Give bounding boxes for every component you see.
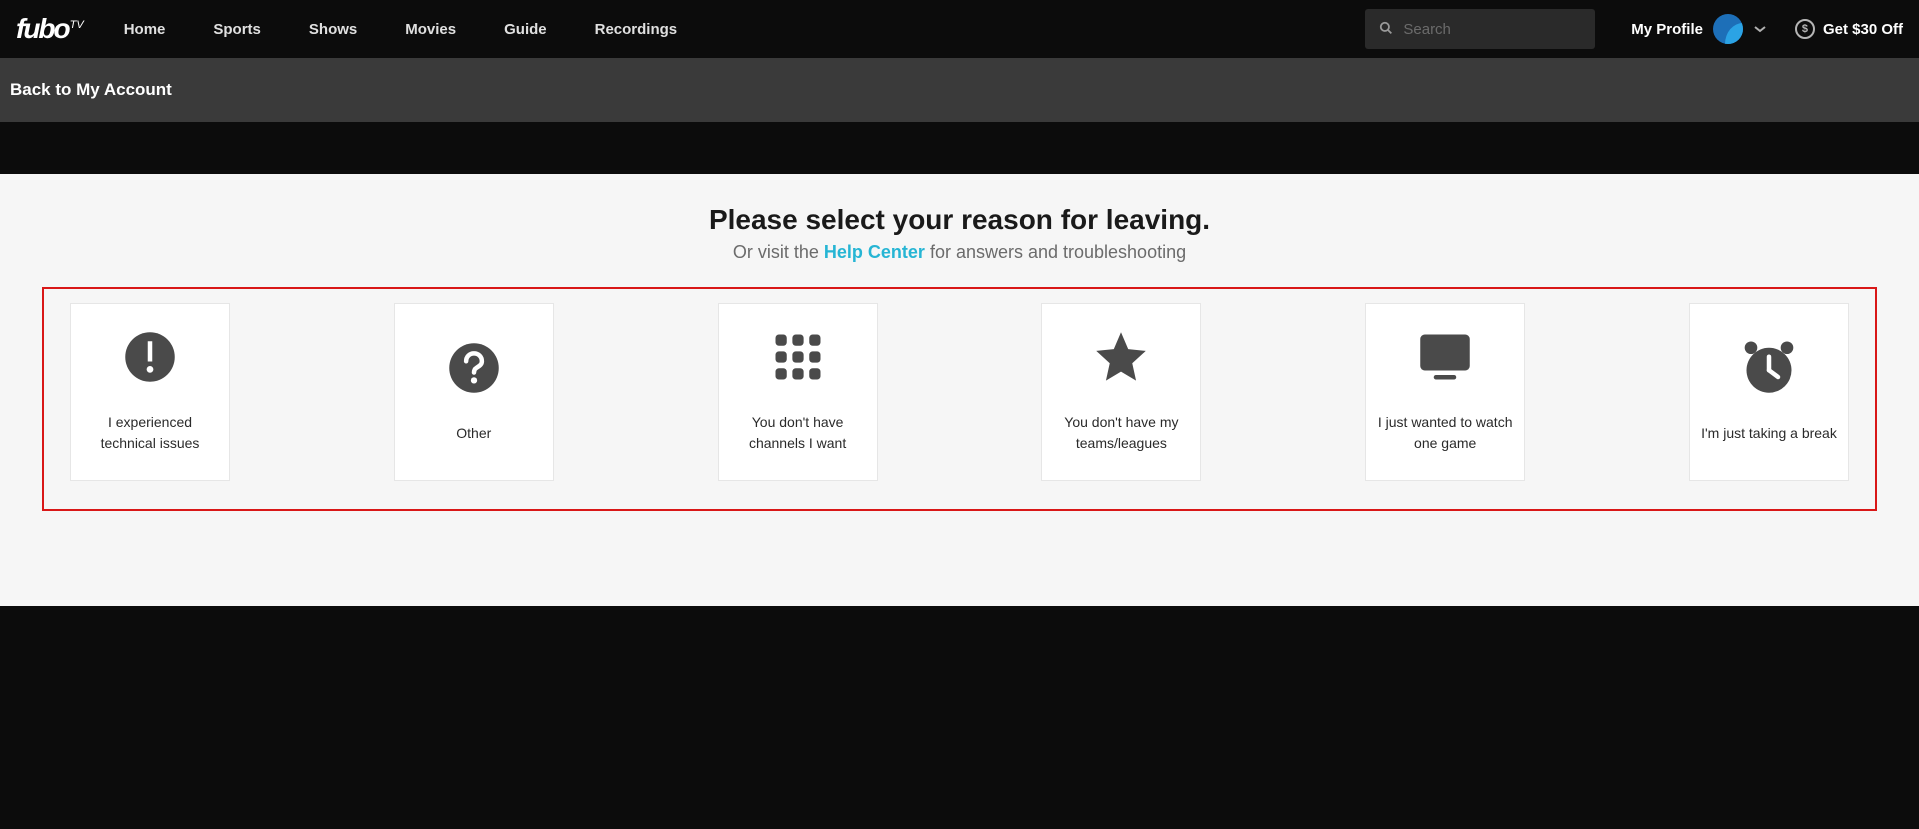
- subtitle-suffix: for answers and troubleshooting: [925, 242, 1186, 262]
- nav-recordings[interactable]: Recordings: [595, 21, 678, 38]
- reason-break[interactable]: I'm just taking a break: [1689, 303, 1849, 481]
- reason-label: I'm just taking a break: [1701, 423, 1837, 444]
- reason-technical-issues[interactable]: I experienced technical issues: [70, 303, 230, 481]
- search-box[interactable]: [1365, 9, 1595, 49]
- reason-label: I just wanted to watch one game: [1376, 412, 1514, 454]
- nav-sports[interactable]: Sports: [213, 21, 261, 38]
- logo[interactable]: fubo TV: [16, 13, 84, 45]
- search-icon: [1379, 21, 1393, 37]
- page-title: Please select your reason for leaving.: [0, 204, 1919, 236]
- monitor-icon: [1418, 330, 1472, 384]
- main-content: Please select your reason for leaving. O…: [0, 174, 1919, 606]
- nav-links: Home Sports Shows Movies Guide Recording…: [124, 21, 1366, 38]
- nav-movies[interactable]: Movies: [405, 21, 456, 38]
- reason-label: I experienced technical issues: [81, 412, 219, 454]
- top-header: fubo TV Home Sports Shows Movies Guide R…: [0, 0, 1919, 58]
- nav-shows[interactable]: Shows: [309, 21, 357, 38]
- exclaim-icon: [123, 330, 177, 384]
- nav-guide[interactable]: Guide: [504, 21, 547, 38]
- help-center-link[interactable]: Help Center: [824, 242, 925, 262]
- reason-other[interactable]: Other: [394, 303, 554, 481]
- reason-label: You don't have channels I want: [729, 412, 867, 454]
- sub-header: Back to My Account: [0, 58, 1919, 122]
- reason-channels[interactable]: You don't have channels I want: [718, 303, 878, 481]
- question-icon: [447, 341, 501, 395]
- star-icon: [1094, 330, 1148, 384]
- spacer-top: [0, 122, 1919, 174]
- reasons-grid: I experienced technical issues Other You…: [70, 303, 1849, 481]
- search-input[interactable]: [1403, 21, 1581, 38]
- reason-teams[interactable]: You don't have my teams/leagues: [1041, 303, 1201, 481]
- logo-main: fubo: [16, 13, 69, 45]
- nav-home[interactable]: Home: [124, 21, 166, 38]
- chevron-down-icon: [1753, 25, 1767, 33]
- spacer-bottom: [0, 606, 1919, 829]
- reasons-highlight-box: I experienced technical issues Other You…: [42, 287, 1877, 511]
- back-to-account-link[interactable]: Back to My Account: [10, 80, 172, 100]
- page-subtitle: Or visit the Help Center for answers and…: [0, 242, 1919, 263]
- reason-one-game[interactable]: I just wanted to watch one game: [1365, 303, 1525, 481]
- logo-tv-suffix: TV: [70, 19, 84, 31]
- subtitle-prefix: Or visit the: [733, 242, 824, 262]
- grid-icon: [771, 330, 825, 384]
- profile-label: My Profile: [1631, 21, 1703, 38]
- promo-text: Get $30 Off: [1823, 21, 1903, 38]
- dollar-icon: $: [1795, 19, 1815, 39]
- profile-dropdown[interactable]: My Profile: [1631, 14, 1767, 44]
- reason-label: You don't have my teams/leagues: [1052, 412, 1190, 454]
- clock-icon: [1742, 341, 1796, 395]
- avatar: [1713, 14, 1743, 44]
- reason-label: Other: [456, 423, 491, 444]
- promo-button[interactable]: $ Get $30 Off: [1795, 19, 1903, 39]
